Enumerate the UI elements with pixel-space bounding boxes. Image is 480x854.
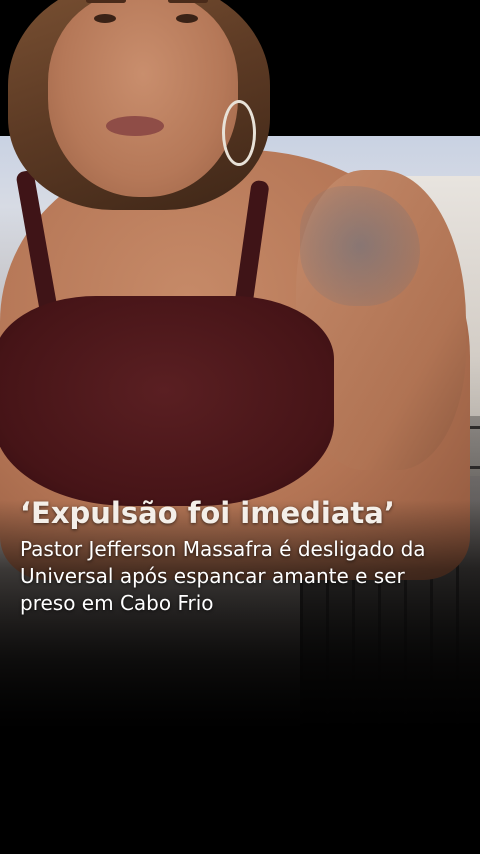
bottom-letterbox [0, 726, 480, 854]
caption-body: Pastor Jefferson Massafra é desligado da… [20, 537, 426, 615]
eye-left [94, 14, 116, 23]
eye-right [176, 14, 198, 23]
video-frame[interactable]: r ‘Expulsão foi imediata’ Pastor Jeffers… [0, 0, 480, 854]
face [48, 0, 238, 197]
mouth [106, 116, 164, 136]
brow-left [86, 0, 126, 3]
bra [0, 296, 334, 506]
earring [222, 100, 256, 166]
caption-title: ‘Expulsão foi imediata’ [20, 496, 395, 530]
brow-right [168, 0, 208, 3]
